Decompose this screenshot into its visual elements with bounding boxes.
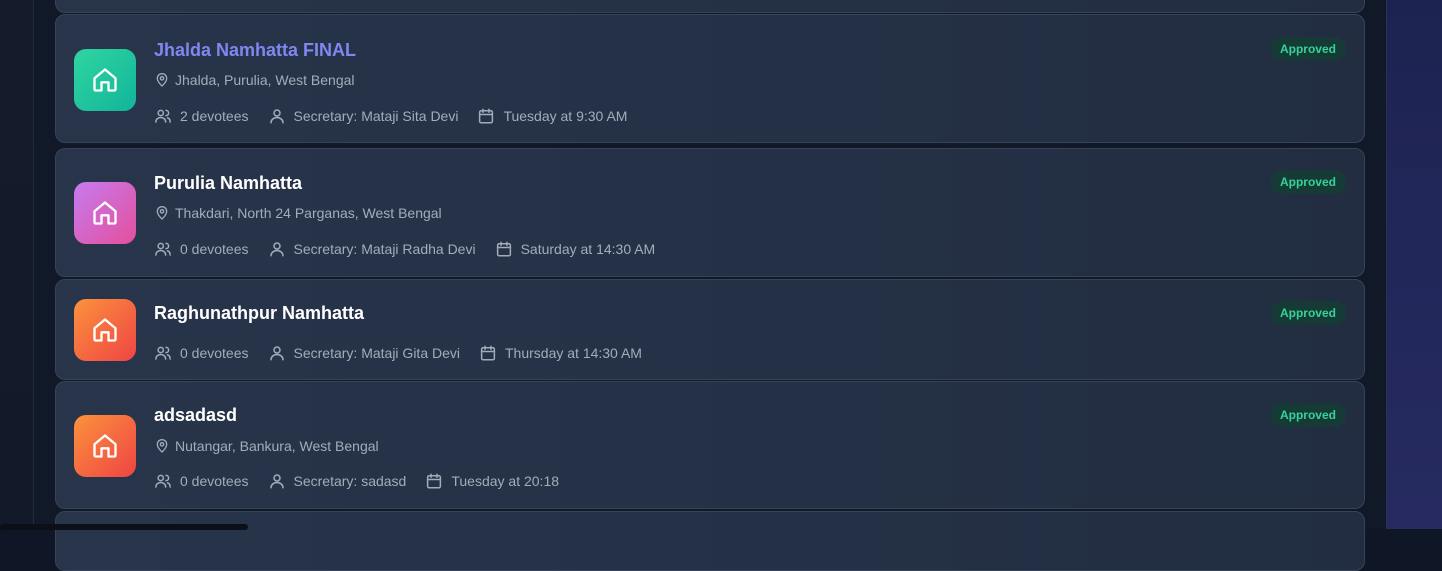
devotee-count: 2 devotees xyxy=(154,107,249,125)
user-icon xyxy=(269,109,284,124)
secretary-text: Secretary: Mataji Gita Devi xyxy=(293,345,461,361)
users-icon xyxy=(155,109,171,123)
devotee-count: 0 devotees xyxy=(154,240,249,258)
schedule-text: Tuesday at 20:18 xyxy=(451,473,560,489)
home-icon xyxy=(93,201,117,225)
namhatta-meta: 0 devotees Secretary: sadasd Tuesday at … xyxy=(154,472,578,490)
home-icon xyxy=(93,318,117,342)
namhatta-list: Jhalda Namhatta FINAL Jhalda, Purulia, W… xyxy=(55,0,1365,571)
right-panel xyxy=(1387,0,1442,529)
meeting-schedule: Tuesday at 20:18 xyxy=(425,472,559,490)
namhatta-tile xyxy=(74,49,136,111)
location-text: Thakdari, North 24 Parganas, West Bengal xyxy=(175,205,442,221)
user-icon xyxy=(269,346,284,361)
namhatta-title-link[interactable]: Jhalda Namhatta FINAL xyxy=(154,40,356,61)
user-icon xyxy=(269,474,284,489)
users-icon xyxy=(155,474,171,488)
namhatta-location: Jhalda, Purulia, West Bengal xyxy=(154,72,355,88)
map-pin-icon xyxy=(156,73,168,87)
meeting-schedule: Tuesday at 9:30 AM xyxy=(477,107,627,125)
home-icon xyxy=(93,434,117,458)
schedule-text: Thursday at 14:30 AM xyxy=(505,345,642,361)
namhatta-tile xyxy=(74,299,136,361)
namhatta-location: Nutangar, Bankura, West Bengal xyxy=(154,438,379,454)
devotee-count: 0 devotees xyxy=(154,472,249,490)
secretary: Secretary: Mataji Gita Devi xyxy=(268,344,461,362)
namhatta-card-partial-bottom[interactable] xyxy=(55,511,1365,571)
status-badge: Approved xyxy=(1269,170,1346,194)
secretary: Secretary: sadasd xyxy=(268,472,407,490)
namhatta-tile xyxy=(74,182,136,244)
devotee-count-text: 0 devotees xyxy=(180,241,249,257)
calendar-icon xyxy=(496,241,511,257)
calendar-icon xyxy=(427,473,442,489)
calendar-icon xyxy=(479,108,494,124)
users-icon xyxy=(155,242,171,256)
meeting-schedule: Saturday at 14:30 AM xyxy=(495,240,656,258)
schedule-text: Saturday at 14:30 AM xyxy=(520,241,656,257)
left-panel xyxy=(0,0,34,529)
namhatta-card[interactable]: Jhalda Namhatta FINAL Jhalda, Purulia, W… xyxy=(55,14,1365,143)
schedule-text: Tuesday at 9:30 AM xyxy=(503,108,628,124)
namhatta-location: Thakdari, North 24 Parganas, West Bengal xyxy=(154,205,442,221)
secretary-text: Secretary: sadasd xyxy=(293,473,407,489)
horizontal-scrollbar[interactable] xyxy=(0,524,248,530)
status-badge: Approved xyxy=(1269,301,1346,325)
namhatta-card[interactable]: adsadasd Nutangar, Bankura, West Bengal … xyxy=(55,381,1365,509)
devotee-count-text: 0 devotees xyxy=(180,345,249,361)
secretary: Secretary: Mataji Sita Devi xyxy=(268,107,459,125)
namhatta-meta: 2 devotees Secretary: Mataji Sita Devi T… xyxy=(154,107,646,125)
namhatta-title[interactable]: adsadasd xyxy=(154,405,237,426)
secretary-text: Secretary: Mataji Sita Devi xyxy=(293,108,459,124)
location-text: Nutangar, Bankura, West Bengal xyxy=(175,438,379,454)
namhatta-tile xyxy=(74,415,136,477)
namhatta-title[interactable]: Raghunathpur Namhatta xyxy=(154,303,364,324)
user-icon xyxy=(269,242,284,257)
map-pin-icon xyxy=(156,206,168,220)
status-badge: Approved xyxy=(1269,37,1346,61)
location-text: Jhalda, Purulia, West Bengal xyxy=(175,72,355,88)
calendar-icon xyxy=(480,345,496,361)
namhatta-card-partial-top[interactable] xyxy=(55,0,1365,13)
namhatta-meta: 0 devotees Secretary: Mataji Radha Devi … xyxy=(154,240,674,258)
namhatta-meta: 0 devotees Secretary: Mataji Gita Devi T… xyxy=(154,344,661,362)
namhatta-card[interactable]: Raghunathpur Namhatta 0 devotees Secreta… xyxy=(55,279,1365,380)
devotee-count-text: 0 devotees xyxy=(180,473,249,489)
status-badge: Approved xyxy=(1269,403,1346,427)
map-pin-icon xyxy=(156,439,168,453)
users-icon xyxy=(155,346,171,360)
devotee-count-text: 2 devotees xyxy=(180,108,249,124)
home-icon xyxy=(93,68,117,92)
namhatta-title[interactable]: Purulia Namhatta xyxy=(154,173,302,194)
namhatta-card[interactable]: Purulia Namhatta Thakdari, North 24 Parg… xyxy=(55,148,1365,277)
secretary: Secretary: Mataji Radha Devi xyxy=(268,240,476,258)
secretary-text: Secretary: Mataji Radha Devi xyxy=(293,241,476,257)
devotee-count: 0 devotees xyxy=(154,344,249,362)
meeting-schedule: Thursday at 14:30 AM xyxy=(479,344,642,362)
